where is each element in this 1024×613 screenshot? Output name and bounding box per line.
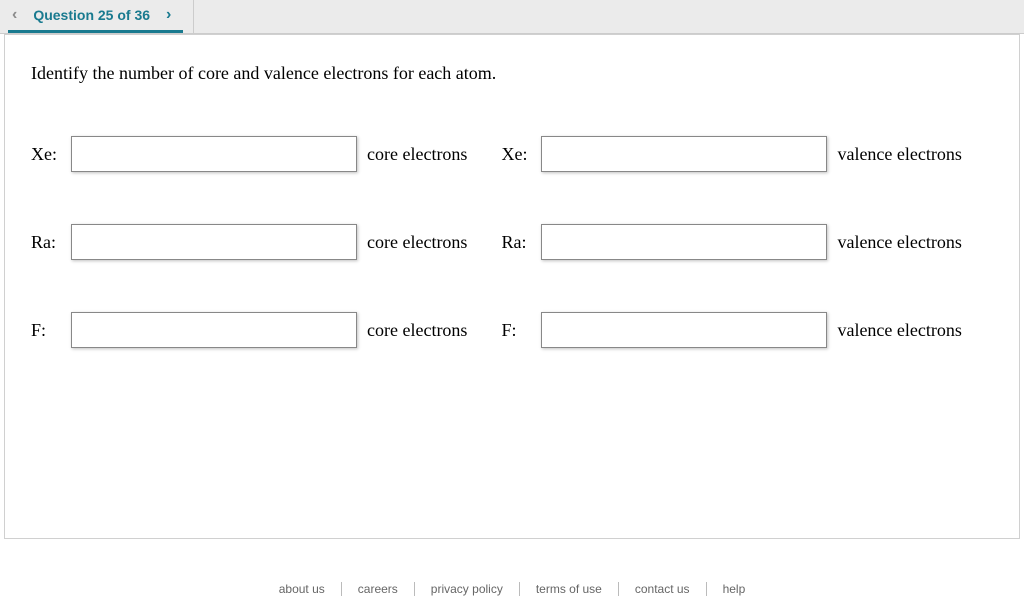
atom-label-f-valence: F:	[501, 320, 541, 341]
valence-label: valence electrons	[837, 320, 961, 341]
chevron-left-icon[interactable]: ‹	[8, 6, 21, 24]
question-nav-wrap: ‹ Question 25 of 36 ›	[8, 0, 183, 33]
atom-label-ra-core: Ra:	[31, 232, 71, 253]
atom-row-ra: Ra: core electrons Ra: valence electrons	[31, 224, 993, 260]
xe-core-input[interactable]	[71, 136, 357, 172]
f-valence-input[interactable]	[541, 312, 827, 348]
atom-label-ra-valence: Ra:	[501, 232, 541, 253]
ra-valence-input[interactable]	[541, 224, 827, 260]
ra-core-input[interactable]	[71, 224, 357, 260]
input-rows: Xe: core electrons Xe: valence electrons…	[31, 136, 993, 348]
question-content: Identify the number of core and valence …	[4, 34, 1020, 539]
question-counter: Question 25 of 36	[21, 7, 162, 23]
xe-valence-input[interactable]	[541, 136, 827, 172]
core-label: core electrons	[367, 144, 467, 165]
footer-help[interactable]: help	[707, 582, 762, 596]
valence-label: valence electrons	[837, 232, 961, 253]
atom-label-xe-valence: Xe:	[501, 144, 541, 165]
footer-about[interactable]: about us	[263, 582, 342, 596]
core-label: core electrons	[367, 320, 467, 341]
atom-label-xe-core: Xe:	[31, 144, 71, 165]
footer-terms[interactable]: terms of use	[520, 582, 619, 596]
f-core-input[interactable]	[71, 312, 357, 348]
valence-label: valence electrons	[837, 144, 961, 165]
footer-privacy[interactable]: privacy policy	[415, 582, 520, 596]
atom-row-f: F: core electrons F: valence electrons	[31, 312, 993, 348]
atom-row-xe: Xe: core electrons Xe: valence electrons	[31, 136, 993, 172]
nav-separator	[193, 0, 194, 33]
question-prompt: Identify the number of core and valence …	[31, 63, 993, 84]
core-label: core electrons	[367, 232, 467, 253]
chevron-right-icon[interactable]: ›	[162, 6, 175, 24]
footer-links: about us careers privacy policy terms of…	[0, 569, 1024, 609]
question-nav-bar: ‹ Question 25 of 36 ›	[0, 0, 1024, 34]
footer-careers[interactable]: careers	[342, 582, 415, 596]
atom-label-f-core: F:	[31, 320, 71, 341]
footer-contact[interactable]: contact us	[619, 582, 707, 596]
